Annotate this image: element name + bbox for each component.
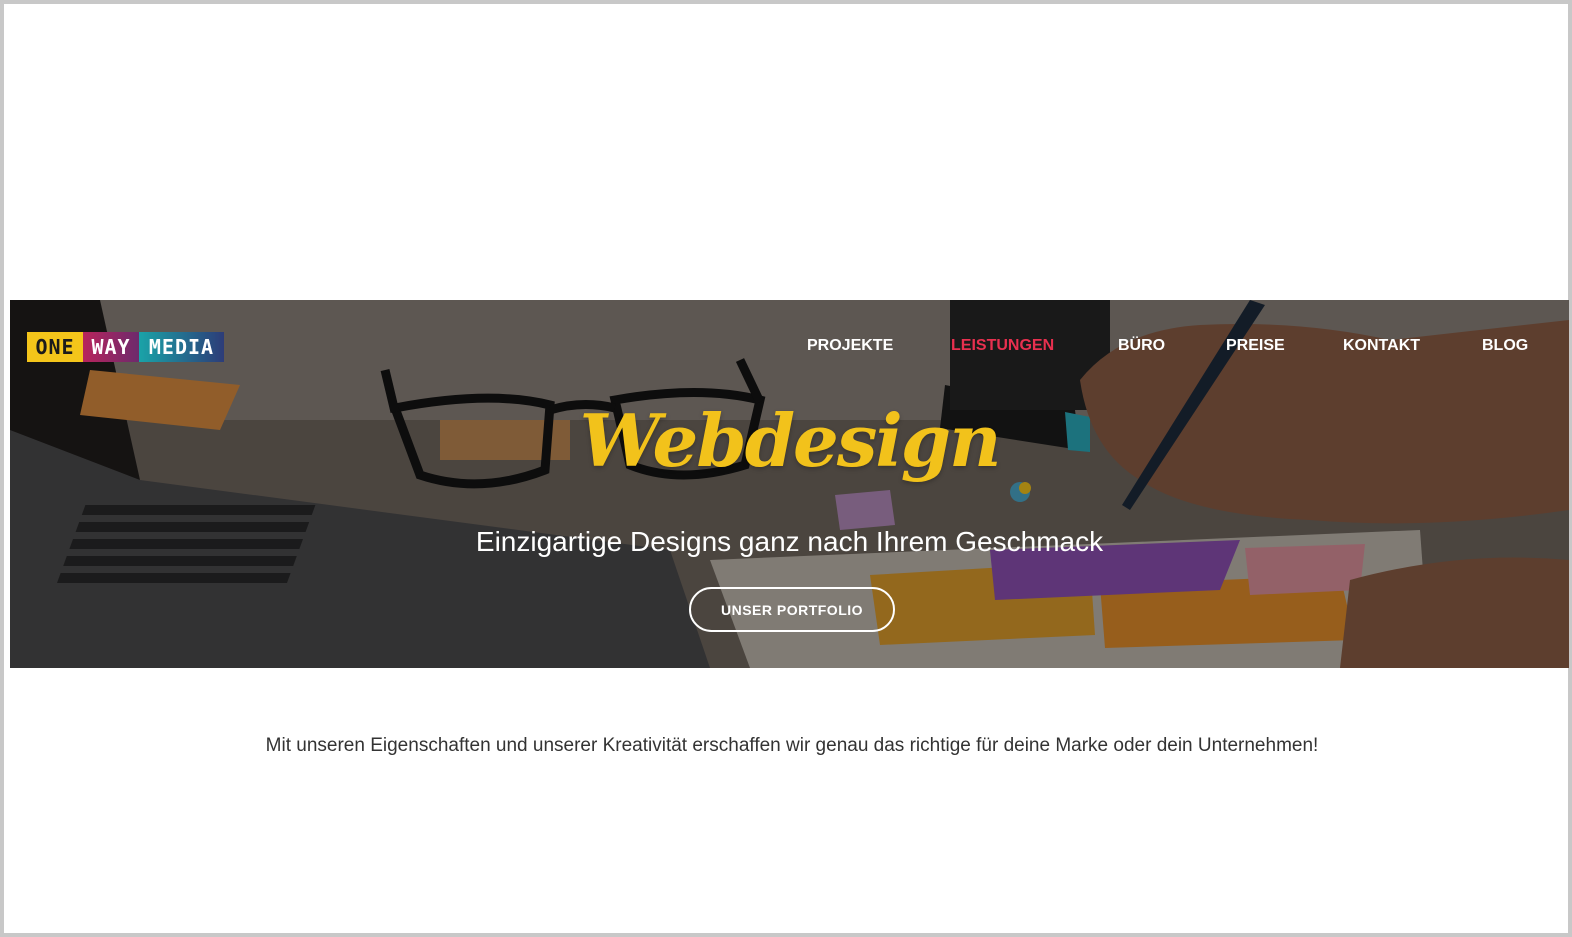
nav-item-buero[interactable]: BÜRO	[1118, 337, 1165, 355]
nav-item-projekte[interactable]: PROJEKTE	[807, 337, 893, 355]
intro-text: Mit unseren Eigenschaften und unserer Kr…	[265, 735, 1319, 756]
hero-subtitle: Einzigartige Designs ganz nach Ihrem Ges…	[475, 526, 1104, 557]
main-navigation: PROJEKTE LEISTUNGEN BÜRO PREISE KONTAKT …	[10, 337, 1569, 359]
portfolio-button[interactable]: UNSER PORTFOLIO	[689, 587, 895, 632]
hero-title: Webdesign	[579, 398, 1002, 483]
nav-item-kontakt[interactable]: KONTAKT	[1343, 337, 1420, 355]
nav-item-preise[interactable]: PREISE	[1226, 337, 1285, 355]
nav-item-leistungen[interactable]: LEISTUNGEN	[951, 337, 1054, 355]
page-frame: ONE WAY MEDIA PROJEKTE LEISTUNGEN BÜRO P…	[0, 0, 1572, 937]
nav-item-blog[interactable]: BLOG	[1482, 337, 1528, 355]
hero-banner: ONE WAY MEDIA PROJEKTE LEISTUNGEN BÜRO P…	[10, 300, 1569, 668]
